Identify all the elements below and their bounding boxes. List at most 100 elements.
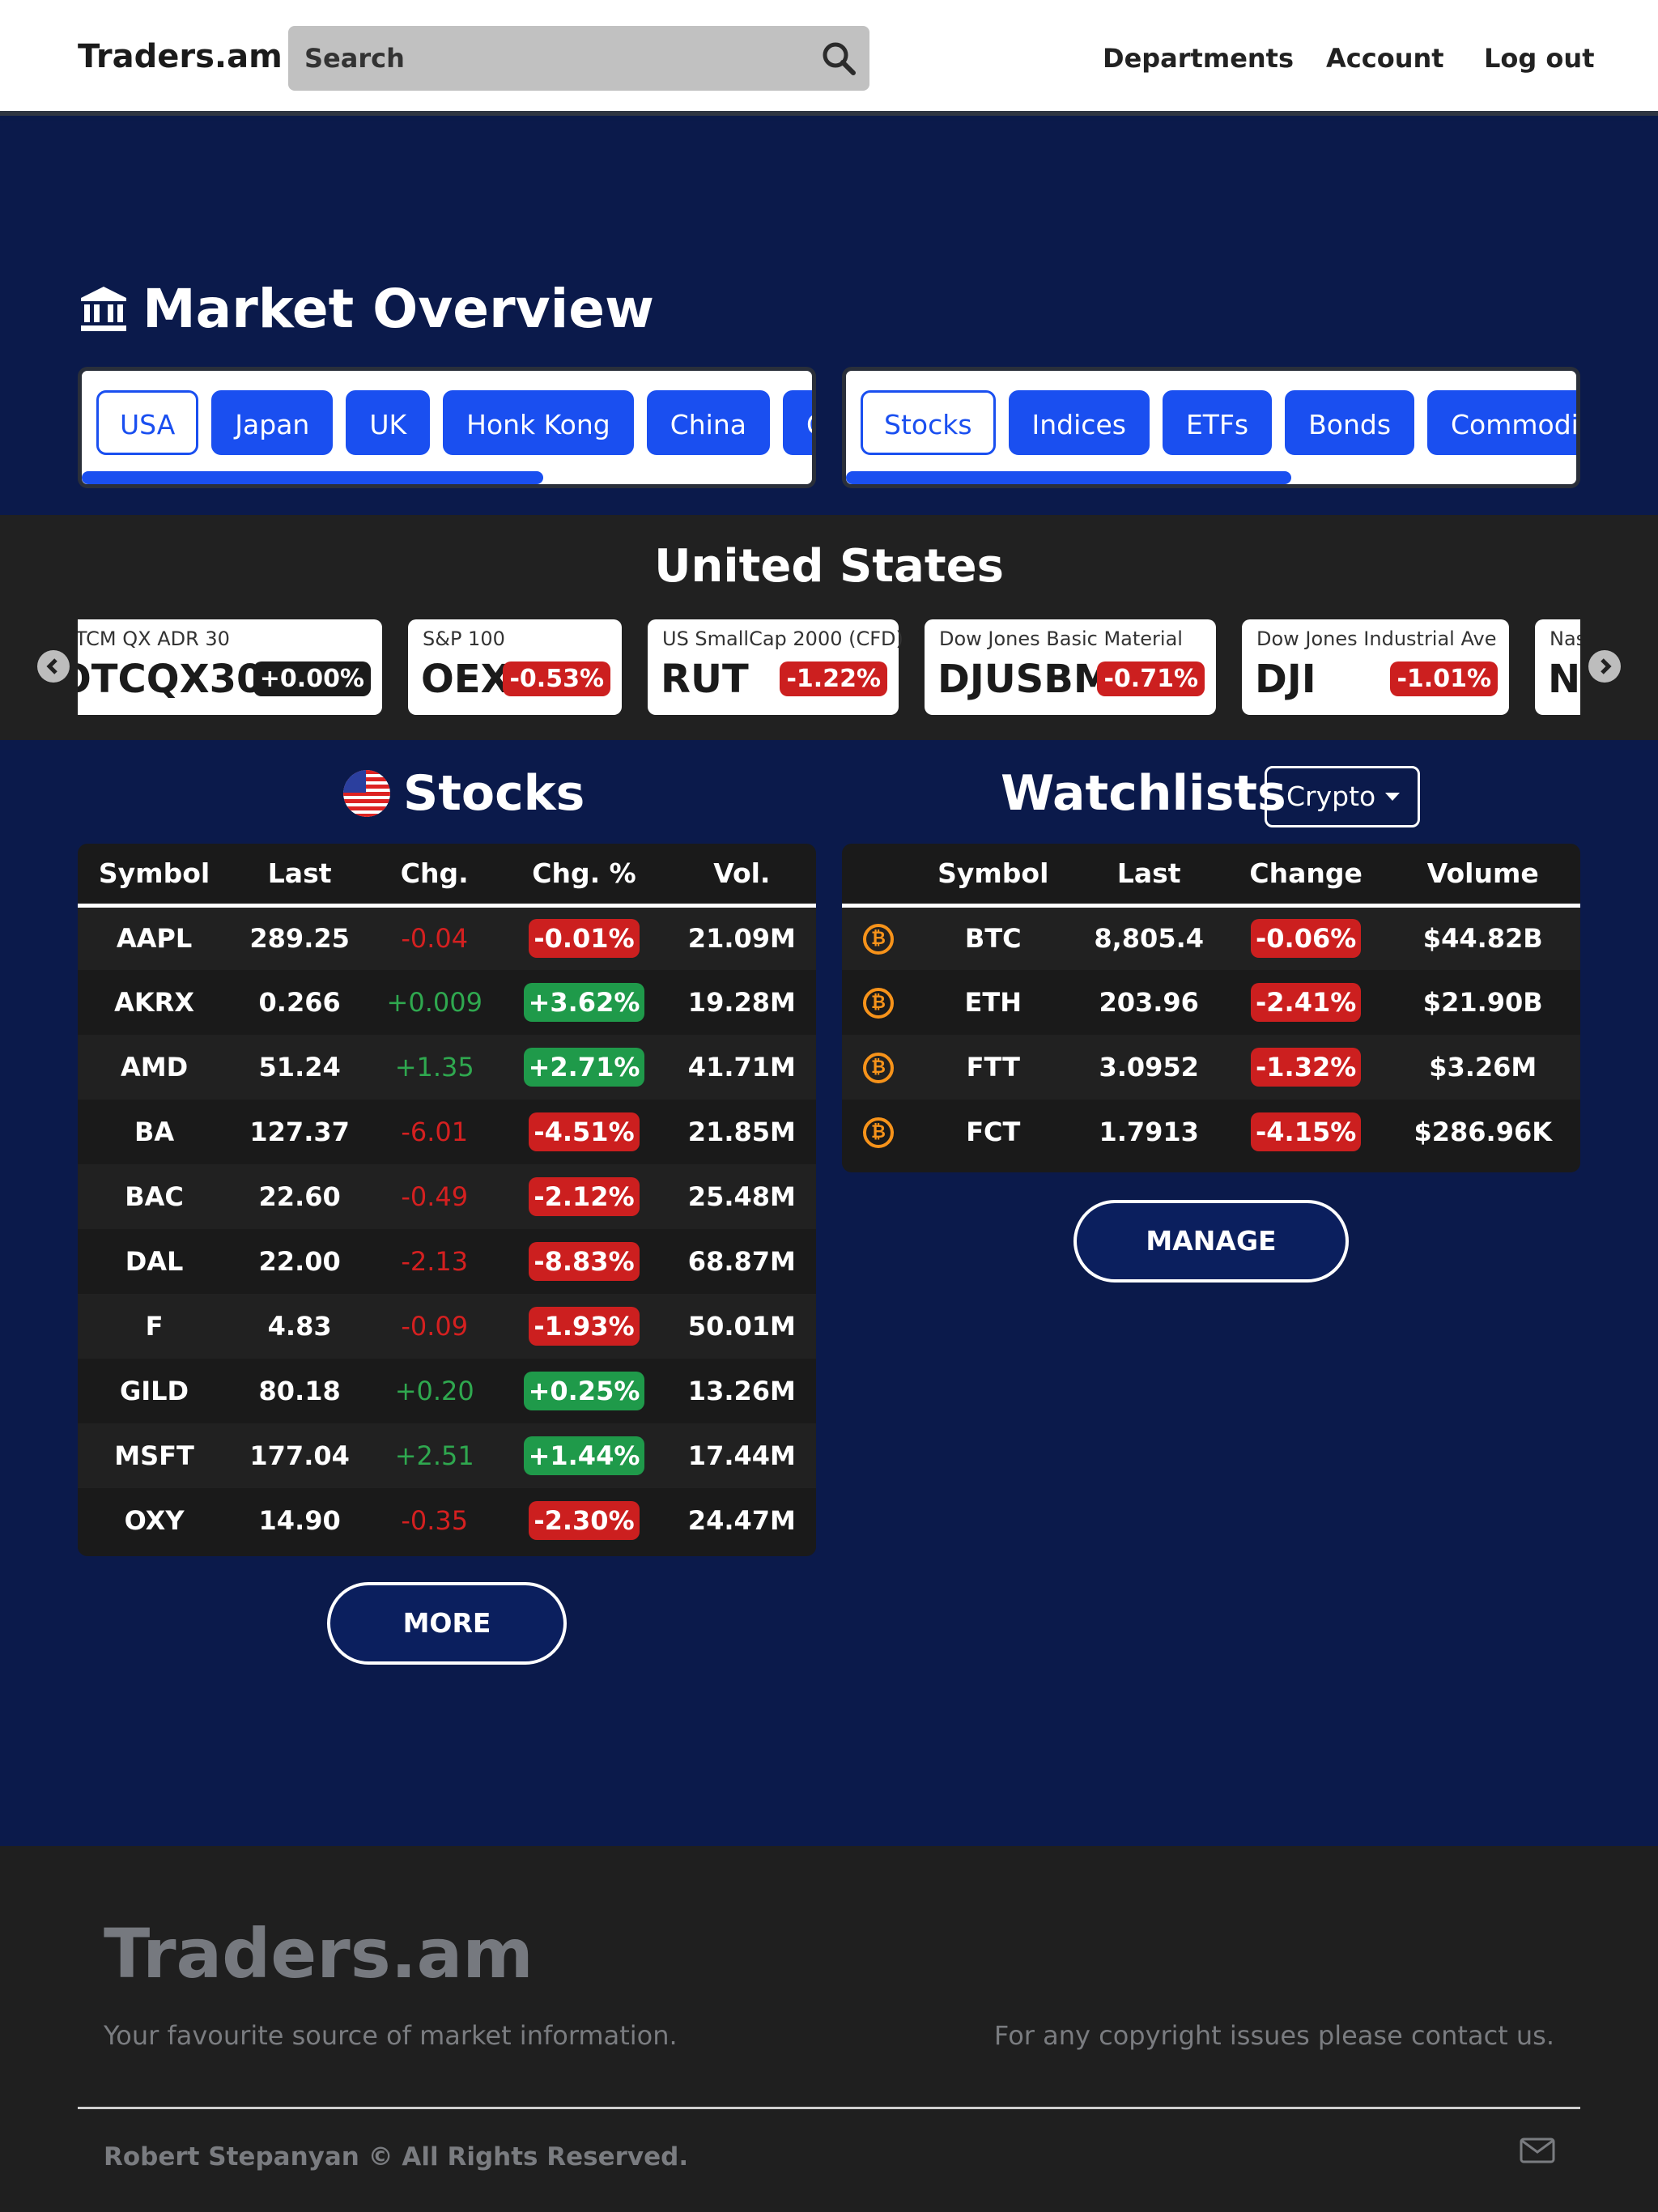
tab-region-usa[interactable]: USA — [96, 390, 199, 455]
stock-last: 289.25 — [231, 905, 369, 970]
more-button[interactable]: MORE — [327, 1582, 567, 1665]
footer-copyright-note[interactable]: For any copyright issues please contact … — [994, 2018, 1554, 2053]
tab-category-stocks[interactable]: Stocks — [861, 390, 996, 455]
tab-region-hong-kong[interactable]: Honk Kong — [443, 390, 634, 455]
category-scrollbar[interactable] — [846, 471, 1291, 484]
table-row[interactable]: GILD 80.18 +0.20 +0.25% 13.26M — [78, 1359, 816, 1423]
column-header-blank — [842, 844, 915, 908]
stock-volume: 13.26M — [667, 1359, 816, 1423]
stock-volume: 41.71M — [667, 1035, 816, 1100]
ticker-card[interactable]: Dow Jones Industrial Ave DJI -1.01% — [1242, 619, 1509, 715]
table-row[interactable]: ₿ FTT 3.0952 -1.32% $3.26M — [842, 1035, 1580, 1100]
table-row[interactable]: BA 127.37 -6.01 -4.51% 21.85M — [78, 1100, 816, 1164]
tab-region-canada[interactable]: Ca — [782, 390, 812, 455]
ticker-name: US SmallCap 2000 (CFD) — [662, 627, 903, 650]
table-row[interactable]: DAL 22.00 -2.13 -8.83% 68.87M — [78, 1229, 816, 1294]
table-row[interactable]: ₿ FCT 1.7913 -4.15% $286.96K — [842, 1100, 1580, 1164]
search-bar — [288, 26, 869, 91]
stocks-table: Symbol Last Chg. Chg. % Vol. AAPL 289.25-… — [78, 844, 816, 1556]
watch-volume: $286.96K — [1385, 1100, 1580, 1164]
stock-change-percent-badge: +3.62% — [523, 983, 645, 1022]
stock-symbol[interactable]: AMD — [78, 1035, 232, 1100]
stock-change-percent-badge: -8.83% — [529, 1242, 640, 1281]
tab-category-commodities[interactable]: Commoditie — [1427, 390, 1576, 455]
footer-brand: Traders.am — [104, 1914, 534, 1993]
stock-change: -0.09 — [368, 1294, 501, 1359]
watch-last: 1.7913 — [1071, 1100, 1226, 1164]
ticker-card[interactable]: US SmallCap 2000 (CFD) RUT -1.22% — [648, 619, 903, 715]
stock-change: -6.01 — [368, 1100, 501, 1164]
stock-symbol[interactable]: OXY — [78, 1488, 232, 1553]
column-header[interactable]: Chg. % — [500, 844, 668, 908]
nav-logout-link[interactable]: Log out — [1484, 40, 1594, 76]
mail-icon[interactable] — [1519, 2134, 1556, 2167]
search-icon[interactable] — [819, 39, 858, 78]
watch-symbol[interactable]: FCT — [915, 1100, 1072, 1164]
stock-symbol[interactable]: DAL — [78, 1229, 232, 1294]
ticker-change-badge: -0.53% — [503, 661, 610, 696]
country-title: United States — [654, 540, 1004, 593]
table-row[interactable]: BAC 22.60 -0.49 -2.12% 25.48M — [78, 1164, 816, 1229]
ticker-card[interactable]: Dow Jones Basic Material DJUSBM -0.71% — [925, 619, 1216, 715]
tab-region-uk[interactable]: UK — [346, 390, 431, 455]
watch-symbol[interactable]: FTT — [915, 1035, 1072, 1100]
stock-last: 127.37 — [231, 1100, 369, 1164]
search-input[interactable] — [304, 26, 790, 91]
bitcoin-icon: ₿ — [863, 1117, 894, 1148]
column-header[interactable]: Symbol — [915, 844, 1072, 908]
tab-category-indices[interactable]: Indices — [1008, 390, 1150, 455]
stock-change-percent-badge: -0.01% — [529, 919, 640, 959]
stock-symbol[interactable]: AAPL — [78, 905, 232, 970]
stock-symbol[interactable]: AKRX — [78, 970, 232, 1035]
table-row[interactable]: AAPL 289.25 -0.04 -0.01% 21.09M — [78, 905, 816, 970]
ticker-symbol: OEX — [421, 657, 511, 702]
nav-account-link[interactable]: Account — [1326, 40, 1444, 76]
brand-logo[interactable]: Traders.am — [78, 36, 283, 78]
stock-change-percent-badge: -2.30% — [529, 1501, 640, 1540]
table-row[interactable]: AMD 51.24 +1.35 +2.71% 41.71M — [78, 1035, 816, 1100]
stock-symbol[interactable]: BA — [78, 1100, 232, 1164]
table-row[interactable]: MSFT 177.04 +2.51 +1.44% 17.44M — [78, 1423, 816, 1488]
caret-down-icon — [1385, 793, 1400, 801]
nav-departments-link[interactable]: Departments — [1103, 40, 1294, 76]
stock-change-percent-badge: -1.93% — [529, 1307, 640, 1346]
stock-symbol[interactable]: MSFT — [78, 1423, 232, 1488]
column-header[interactable]: Volume — [1385, 844, 1580, 908]
column-header[interactable]: Last — [231, 844, 369, 908]
column-header[interactable]: Vol. — [667, 844, 816, 908]
table-row[interactable]: ₿ BTC 8,805.4 -0.06% $44.82B — [842, 905, 1580, 970]
watch-symbol[interactable]: BTC — [915, 905, 1072, 970]
ticker-symbol: RUT — [661, 657, 749, 702]
stock-symbol[interactable]: GILD — [78, 1359, 232, 1423]
watchlist-dropdown[interactable]: Crypto — [1265, 766, 1420, 827]
ticker-change-badge: -0.71% — [1097, 661, 1205, 696]
ticker-card[interactable]: OTCM QX ADR 30 OTCQX30 +0.00% — [78, 619, 382, 715]
region-scrollbar[interactable] — [82, 471, 543, 484]
stock-change: +0.009 — [368, 970, 501, 1035]
ticker-symbol: DJUSBM — [937, 657, 1112, 702]
table-row[interactable]: F 4.83 -0.09 -1.93% 50.01M — [78, 1294, 816, 1359]
ticker-next-button[interactable] — [1588, 650, 1621, 683]
table-row[interactable]: ₿ ETH 203.96 -2.41% $21.90B — [842, 970, 1580, 1035]
ticker-change-badge: +0.00% — [253, 661, 371, 696]
watch-symbol[interactable]: ETH — [915, 970, 1072, 1035]
tab-region-china[interactable]: China — [646, 390, 770, 455]
column-header[interactable]: Chg. — [368, 844, 501, 908]
bitcoin-icon: ₿ — [863, 1053, 894, 1083]
ticker-prev-button[interactable] — [37, 650, 70, 683]
stock-symbol[interactable]: F — [78, 1294, 232, 1359]
column-header[interactable]: Last — [1071, 844, 1226, 908]
ticker-symbol: OTCQX30 — [78, 657, 264, 702]
table-row[interactable]: OXY 14.90 -0.35 -2.30% 24.47M — [78, 1488, 816, 1553]
tab-region-japan[interactable]: Japan — [211, 390, 334, 455]
manage-button[interactable]: MANAGE — [1073, 1200, 1349, 1283]
ticker-card[interactable]: Nas N — [1535, 619, 1580, 715]
tab-category-bonds[interactable]: Bonds — [1285, 390, 1415, 455]
bank-icon — [81, 287, 126, 331]
tab-category-etfs[interactable]: ETFs — [1162, 390, 1273, 455]
table-row[interactable]: AKRX 0.266 +0.009 +3.62% 19.28M — [78, 970, 816, 1035]
ticker-card[interactable]: S&P 100 OEX -0.53% — [408, 619, 622, 715]
column-header[interactable]: Change — [1226, 844, 1386, 908]
stock-symbol[interactable]: BAC — [78, 1164, 232, 1229]
column-header[interactable]: Symbol — [78, 844, 232, 908]
